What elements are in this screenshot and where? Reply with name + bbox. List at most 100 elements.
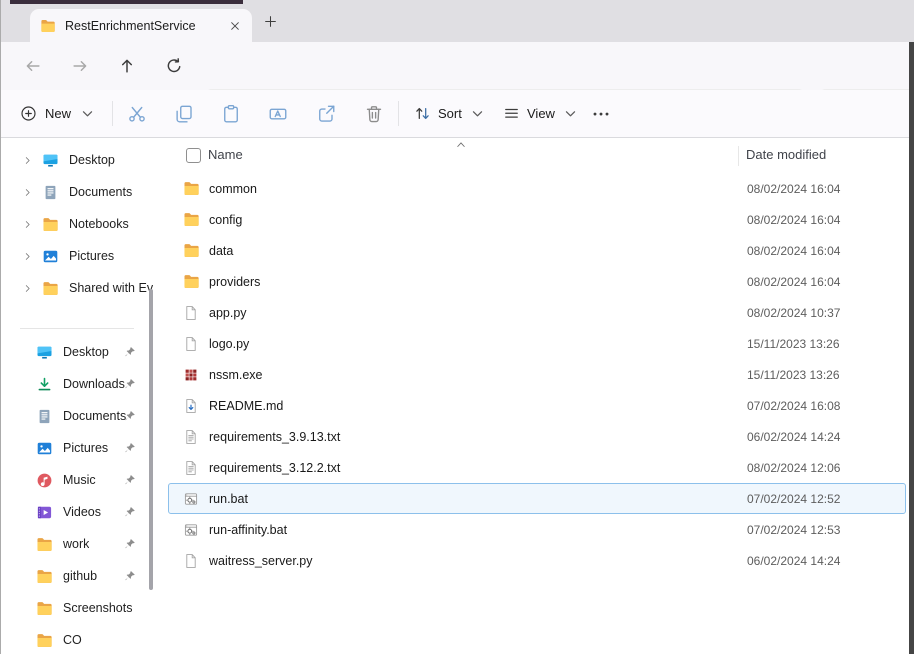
- chevron-right-icon[interactable]: [22, 187, 33, 198]
- sidebar-item-shared-with-ev[interactable]: Shared with Ev: [0, 272, 158, 304]
- file-name: common: [209, 182, 257, 196]
- view-button[interactable]: View: [503, 90, 579, 137]
- file-row-common[interactable]: common 08/02/2024 16:04: [168, 173, 906, 204]
- sidebar-item-label: Downloads: [63, 377, 125, 391]
- sidebar-item-downloads[interactable]: Downloads: [0, 368, 158, 400]
- sidebar-item-desktop[interactable]: Desktop: [0, 336, 158, 368]
- chevron-right-icon[interactable]: [22, 155, 33, 166]
- up-button[interactable]: [118, 57, 136, 75]
- copy-icon: [174, 104, 194, 124]
- file-row-requirements-3-9-13-txt[interactable]: requirements_3.9.13.txt06/02/2024 14:24: [168, 421, 906, 452]
- sidebar-item-documents[interactable]: Documents: [0, 400, 158, 432]
- sort-button[interactable]: Sort: [414, 90, 486, 137]
- folder-icon: [36, 600, 53, 617]
- sort-button-label: Sort: [438, 106, 462, 121]
- file-row-requirements-3-12-2-txt[interactable]: requirements_3.12.2.txt08/02/2024 12:06: [168, 452, 906, 483]
- refresh-button[interactable]: [165, 57, 183, 75]
- file-name: logo.py: [209, 337, 249, 351]
- file-row-waitress-server-py[interactable]: waitress_server.py06/02/2024 14:24: [168, 545, 906, 576]
- column-header-name[interactable]: Name: [208, 147, 243, 162]
- toolbar-divider: [398, 101, 399, 126]
- file-date-modified: 08/02/2024 16:04: [747, 244, 840, 258]
- folder-icon: [183, 242, 200, 259]
- close-icon[interactable]: [228, 19, 242, 33]
- python-file-icon: [183, 553, 199, 569]
- file-name: config: [209, 213, 242, 227]
- tab-restenrichmentservice[interactable]: RestEnrichmentService: [30, 9, 252, 42]
- sidebar-item-videos[interactable]: Videos: [0, 496, 158, 528]
- delete-button[interactable]: [363, 103, 385, 125]
- forward-button[interactable]: [71, 57, 89, 75]
- copy-button[interactable]: [173, 103, 195, 125]
- exe-file-icon: [183, 367, 199, 383]
- documents-icon: [42, 184, 59, 201]
- sidebar-item-work[interactable]: work: [0, 528, 158, 560]
- python-file-icon: [183, 305, 199, 321]
- sidebar-item-screenshots[interactable]: Screenshots: [0, 592, 158, 624]
- file-row-run-bat[interactable]: run.bat07/02/2024 12:52: [168, 483, 906, 514]
- sidebar-item-label: Notebooks: [69, 217, 129, 231]
- folder-icon: [42, 216, 59, 233]
- chevron-right-icon[interactable]: [22, 283, 33, 294]
- file-row-nssm-exe[interactable]: nssm.exe15/11/2023 13:26: [168, 359, 906, 390]
- file-row-providers[interactable]: providers08/02/2024 16:04: [168, 266, 906, 297]
- sidebar-item-pictures[interactable]: Pictures: [0, 240, 158, 272]
- list-header: Name Date modified: [158, 138, 910, 173]
- scissors-icon: [127, 104, 147, 124]
- view-list-icon: [503, 105, 520, 122]
- sidebar-item-documents[interactable]: Documents: [0, 176, 158, 208]
- sidebar-item-label: Music: [63, 473, 96, 487]
- file-row-config[interactable]: config 08/02/2024 16:04: [168, 204, 906, 235]
- sidebar-item-co[interactable]: CO: [0, 624, 158, 654]
- cut-button[interactable]: [126, 103, 148, 125]
- sidebar-item-music[interactable]: Music: [0, 464, 158, 496]
- back-button[interactable]: [24, 57, 42, 75]
- markdown-file-icon: [183, 398, 199, 414]
- pin-icon: [124, 378, 136, 390]
- file-row-logo-py[interactable]: logo.py15/11/2023 13:26: [168, 328, 906, 359]
- column-divider[interactable]: [738, 146, 739, 166]
- file-date-modified: 08/02/2024 16:04: [747, 182, 840, 196]
- pin-icon: [124, 538, 136, 550]
- file-name: waitress_server.py: [209, 554, 313, 568]
- sidebar-item-github[interactable]: github: [0, 560, 158, 592]
- pin-icon: [124, 410, 136, 422]
- window-left-border: [0, 0, 1, 654]
- file-row-run-affinity-bat[interactable]: run-affinity.bat07/02/2024 12:53: [168, 514, 906, 545]
- sidebar-scrollbar[interactable]: [149, 289, 153, 590]
- select-all-checkbox[interactable]: [186, 148, 201, 163]
- sort-ascending-icon: [454, 138, 468, 152]
- file-row-app-py[interactable]: app.py08/02/2024 10:37: [168, 297, 906, 328]
- sidebar-tree: Desktop Documents Notebooks PicturesShared …: [0, 144, 158, 304]
- sidebar-pinned: Desktop Downloads Documents Pictures Music Vi…: [0, 336, 158, 654]
- file-date-modified: 08/02/2024 16:04: [747, 275, 840, 289]
- chevron-right-icon[interactable]: [22, 219, 33, 230]
- background-window-strip: [10, 0, 243, 4]
- sidebar-item-label: Desktop: [69, 153, 115, 167]
- tab-title: RestEnrichmentService: [65, 19, 222, 33]
- share-button[interactable]: [315, 103, 337, 125]
- file-date-modified: 08/02/2024 16:04: [747, 213, 840, 227]
- new-tab-button[interactable]: [263, 14, 278, 29]
- folder-icon: [183, 180, 200, 197]
- text-file-icon: [183, 429, 199, 445]
- videos-icon: [36, 504, 53, 521]
- new-circle-plus-icon: [20, 105, 37, 122]
- python-file-icon: [183, 336, 199, 352]
- documents-icon: [36, 408, 53, 425]
- file-date-modified: 08/02/2024 10:37: [747, 306, 840, 320]
- paste-button[interactable]: [220, 103, 242, 125]
- chevron-right-icon[interactable]: [22, 251, 33, 262]
- file-date-modified: 07/02/2024 12:53: [747, 523, 840, 537]
- sidebar-item-desktop[interactable]: Desktop: [0, 144, 158, 176]
- column-header-date-modified[interactable]: Date modified: [746, 147, 826, 162]
- file-row-data[interactable]: data08/02/2024 16:04: [168, 235, 906, 266]
- sidebar-item-pictures[interactable]: Pictures: [0, 432, 158, 464]
- new-button[interactable]: New: [20, 90, 96, 137]
- rename-button[interactable]: [267, 103, 289, 125]
- more-options-button[interactable]: [591, 104, 611, 124]
- sidebar-item-notebooks[interactable]: Notebooks: [0, 208, 158, 240]
- pictures-icon: [36, 440, 53, 457]
- file-row-readme-md[interactable]: README.md07/02/2024 16:08: [168, 390, 906, 421]
- sidebar-item-label: Documents: [63, 409, 126, 423]
